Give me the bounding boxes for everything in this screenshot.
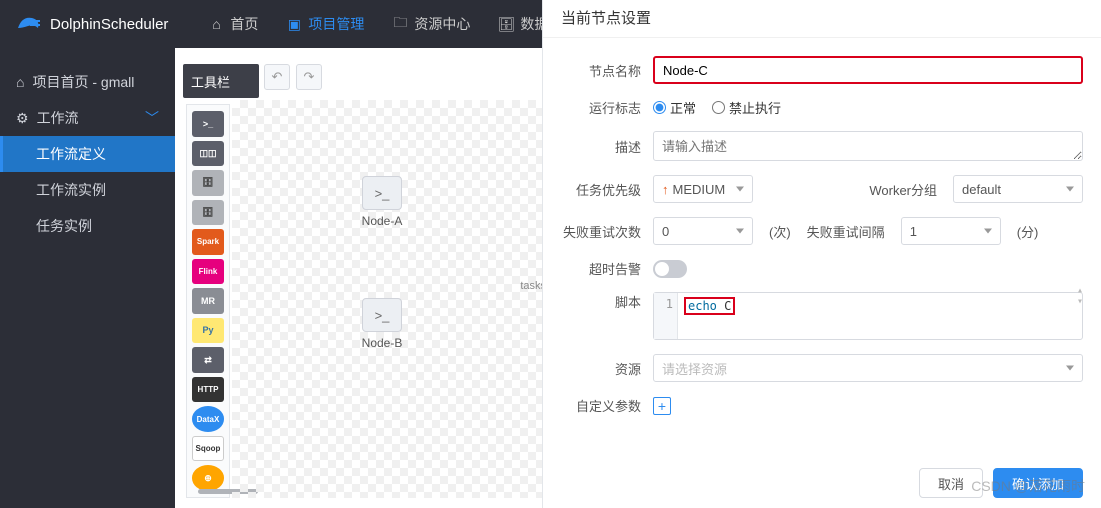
retry-count-unit: (次) <box>769 222 791 241</box>
label-worker-group: Worker分组 <box>869 180 937 199</box>
brand-logo: DolphinScheduler <box>16 14 168 34</box>
sidebar: ⌂ 项目首页 - gmall ⚙ 工作流 ﹀ 工作流定义 工作流实例 任务实例 <box>0 48 175 508</box>
retry-interval-select[interactable]: 1 <box>901 217 1001 245</box>
add-param-button[interactable]: + <box>653 397 671 415</box>
shell-icon: >_ <box>362 176 402 210</box>
label-desc: 描述 <box>543 137 653 156</box>
canvas-node-a[interactable]: >_ Node-A <box>352 176 412 228</box>
home-icon: ⌂ <box>16 74 24 90</box>
worker-group-select[interactable]: default <box>953 175 1083 203</box>
script-editor[interactable]: 1 echo C ▴▾ <box>653 292 1083 340</box>
settings-form: 节点名称 运行标志 正常 禁止执行 描述 任务优先级 ↑MEDIUM Worke… <box>543 38 1101 489</box>
workflow-canvas[interactable]: >_ Node-A >_ Node-B tasks <box>232 100 542 498</box>
sidebar-task-inst[interactable]: 任务实例 <box>0 208 175 244</box>
palette-flink[interactable]: Flink <box>192 259 224 285</box>
palette-spark[interactable]: Spark <box>192 229 224 255</box>
palette-shell[interactable]: >_ <box>192 111 224 137</box>
panel-footer: 取消 确认添加 <box>919 468 1083 498</box>
palette-mr[interactable]: MR <box>192 288 224 314</box>
label-retry-count: 失败重试次数 <box>543 222 653 241</box>
palette-sql[interactable]: 🗄 <box>192 170 224 196</box>
node-name-input[interactable] <box>653 56 1083 84</box>
nav-home[interactable]: ⌂ 首页 <box>208 14 258 34</box>
palette-python[interactable]: Py <box>192 318 224 344</box>
top-nav: ⌂ 首页 ▣ 项目管理 🗀 资源中心 🗄 数据源 <box>208 14 562 34</box>
sidebar-workflow[interactable]: ⚙ 工作流 ﹀ <box>0 100 175 136</box>
project-icon: ▣ <box>286 16 302 32</box>
priority-select[interactable]: ↑MEDIUM <box>653 175 753 203</box>
resize-handle-icon[interactable]: ▴▾ <box>1077 285 1083 307</box>
resource-select[interactable]: 请选择资源 <box>653 354 1083 382</box>
label-node-name: 节点名称 <box>543 61 653 80</box>
palette-procedure[interactable]: 🗄 <box>192 200 224 226</box>
brand-name: DolphinScheduler <box>50 16 168 33</box>
retry-count-select[interactable]: 0 <box>653 217 753 245</box>
palette-dependent[interactable]: ⇄ <box>192 347 224 373</box>
radio-forbid[interactable]: 禁止执行 <box>712 98 781 117</box>
nav-resource[interactable]: 🗀 资源中心 <box>392 14 470 34</box>
gear-icon: ⚙ <box>16 110 29 127</box>
timeout-switch[interactable] <box>653 260 687 278</box>
label-script: 脚本 <box>543 292 653 311</box>
palette-sqoop[interactable]: Sqoop <box>192 436 224 462</box>
chevron-down-icon: ﹀ <box>145 108 159 128</box>
sidebar-workflow-def[interactable]: 工作流定义 <box>0 136 175 172</box>
desc-textarea[interactable] <box>653 131 1083 161</box>
label-run-flag: 运行标志 <box>543 98 653 117</box>
label-retry-interval: 失败重试间隔 <box>807 222 885 241</box>
canvas-node-b[interactable]: >_ Node-B <box>352 298 412 350</box>
sidebar-workflow-inst[interactable]: 工作流实例 <box>0 172 175 208</box>
palette-conditions[interactable]: ⊕ <box>192 465 224 491</box>
folder-icon: 🗀 <box>392 16 408 32</box>
toolbar-buttons: ↶ ↷ <box>264 64 322 90</box>
palette-http[interactable]: HTTP <box>192 377 224 403</box>
dolphin-icon <box>16 14 42 34</box>
label-resource: 资源 <box>543 359 653 378</box>
redo-button[interactable]: ↷ <box>296 64 322 90</box>
label-timeout: 超时告警 <box>543 259 653 278</box>
cancel-button[interactable]: 取消 <box>919 468 983 498</box>
home-icon: ⌂ <box>208 16 224 32</box>
task-palette: >_ ◫◫ 🗄 🗄 Spark Flink MR Py ⇄ HTTP DataX… <box>186 104 230 498</box>
retry-interval-unit: (分) <box>1017 222 1039 241</box>
code-gutter: 1 <box>654 293 678 339</box>
toolbar-label: 工具栏 <box>183 64 259 98</box>
label-custom-params: 自定义参数 <box>543 396 653 415</box>
nav-project[interactable]: ▣ 项目管理 <box>286 14 364 34</box>
label-priority: 任务优先级 <box>543 180 653 199</box>
palette-datax[interactable]: DataX <box>192 406 224 432</box>
node-settings-panel: 当前节点设置 节点名称 运行标志 正常 禁止执行 描述 任务优先级 ↑MEDIU… <box>542 0 1101 508</box>
shell-icon: >_ <box>362 298 402 332</box>
palette-subprocess[interactable]: ◫◫ <box>192 141 224 167</box>
database-icon: 🗄 <box>498 16 514 32</box>
sidebar-project-home[interactable]: ⌂ 项目首页 - gmall <box>0 64 175 100</box>
undo-button[interactable]: ↶ <box>264 64 290 90</box>
arrow-up-icon: ↑ <box>662 182 669 197</box>
confirm-button[interactable]: 确认添加 <box>993 468 1083 498</box>
radio-normal[interactable]: 正常 <box>653 98 696 117</box>
panel-title: 当前节点设置 <box>543 0 1101 38</box>
